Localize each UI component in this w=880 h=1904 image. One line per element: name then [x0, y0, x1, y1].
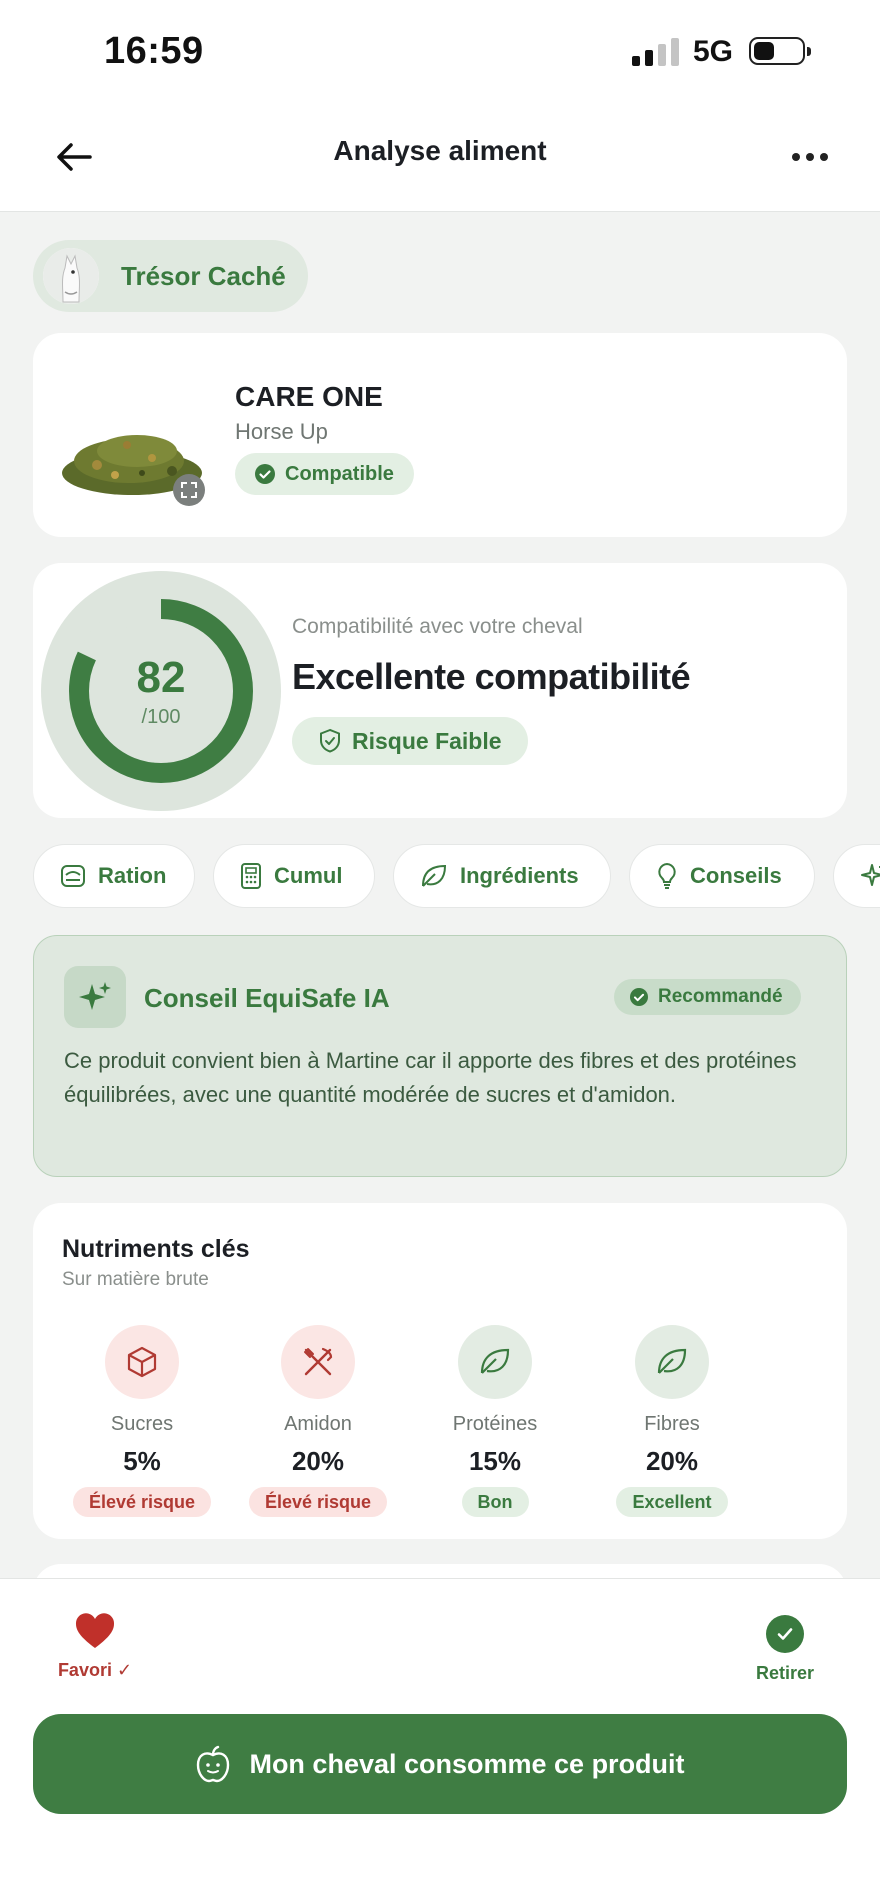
nutrients-subtitle: Sur matière brute: [62, 1269, 209, 1290]
nutrient-item-fibres: Fibres 20% Excellent: [597, 1325, 747, 1517]
lightbulb-icon: [658, 862, 676, 889]
score-verdict: Excellente compatibilité: [292, 656, 691, 697]
check-circle-icon: [766, 1615, 804, 1653]
remove-label: Retirer: [755, 1663, 815, 1683]
nutrient-risk-badge: Élevé risque: [248, 1487, 388, 1517]
product-name: CARE ONE: [235, 381, 383, 412]
section-tabs: Ration Cumul Ingrédients Conseils: [33, 844, 880, 908]
battery-icon: [749, 37, 811, 65]
nutrient-label: Protéines: [452, 1413, 538, 1435]
nutrient-label: Amidon: [284, 1413, 352, 1435]
consume-product-button[interactable]: Mon cheval consomme ce produit: [33, 1714, 847, 1814]
expand-icon[interactable]: [173, 474, 205, 506]
nutrient-value: 5%: [123, 1446, 161, 1476]
product-card: CARE ONE Horse Up Compatible: [33, 333, 847, 537]
nav-header: Analyse aliment: [0, 105, 880, 212]
favorite-button[interactable]: Favori ✓: [45, 1613, 145, 1681]
consume-button-label: Mon cheval consomme ce produit: [249, 1748, 685, 1779]
nutrient-value: 20%: [291, 1446, 345, 1476]
heart-icon: [75, 1613, 115, 1648]
utensils-icon: [281, 1325, 355, 1399]
nutrient-risk-badge: Bon: [461, 1487, 529, 1517]
shield-check-icon: [320, 728, 340, 753]
leaf-icon: [458, 1325, 532, 1399]
more-options-button[interactable]: [784, 135, 836, 179]
signal-icon: [632, 36, 679, 66]
recommended-label: Recommandé: [658, 986, 783, 1007]
leaf-icon: [422, 864, 447, 887]
tab-label: Conseils: [690, 863, 782, 888]
nutrient-item-amidon: Amidon 20% Élevé risque: [243, 1325, 393, 1517]
bottom-action-bar: Favori ✓ Retirer Mon cheval consomme ce …: [0, 1578, 880, 1904]
tab-label: Ration: [98, 863, 167, 888]
ai-advice-title: Conseil EquiSafe IA: [144, 983, 390, 1013]
ai-advice-text: Ce produit convient bien à Martine car i…: [64, 1048, 797, 1107]
cube-icon: [105, 1325, 179, 1399]
page-title: Analyse aliment: [333, 135, 547, 166]
tab-conseils[interactable]: Conseils: [629, 844, 815, 908]
tab-label: Cumul: [274, 863, 343, 888]
bowl-icon: [61, 865, 85, 887]
score-caption: Compatibilité avec votre cheval: [292, 615, 583, 638]
apple-icon: [197, 1745, 230, 1783]
status-time: 16:59: [104, 30, 204, 72]
nutrients-card: Nutriments clés Sur matière brute Sucres…: [33, 1203, 847, 1539]
nutrient-value: 15%: [468, 1446, 522, 1476]
ai-advice-card: Conseil EquiSafe IA Recommandé Ce produi…: [33, 935, 847, 1177]
compatible-label: Compatible: [285, 462, 394, 485]
check-circle-icon: [630, 988, 648, 1006]
horse-selector[interactable]: Trésor Caché: [33, 240, 308, 312]
risk-label: Risque Faible: [352, 727, 502, 754]
horse-avatar: [43, 248, 99, 304]
check-circle-icon: [255, 464, 275, 484]
nutrient-item-proteines: Protéines 15% Bon: [420, 1325, 570, 1517]
score-max: /100: [141, 706, 181, 728]
calculator-icon: [241, 863, 261, 889]
nutrient-label: Sucres: [110, 1413, 174, 1435]
sparkle-icon: [861, 864, 880, 886]
product-brand: Horse Up: [235, 419, 328, 444]
tab-cumul[interactable]: Cumul: [213, 844, 375, 908]
favorite-label: Favori ✓: [57, 1660, 133, 1680]
nutrient-label: Fibres: [644, 1413, 700, 1435]
sparkles-icon: [64, 966, 126, 1028]
tab-label: Ingrédients: [460, 863, 579, 888]
compatibility-score-card: 82 /100 Compatibilité avec votre cheval …: [33, 563, 847, 818]
leaf-icon: [635, 1325, 709, 1399]
status-bar: 16:59 5G: [0, 0, 880, 105]
tab-ingredients[interactable]: Ingrédients: [393, 844, 611, 908]
horse-name: Trésor Caché: [121, 260, 286, 291]
compatible-badge: Compatible: [235, 453, 414, 495]
network-label: 5G: [693, 35, 734, 68]
nutrient-risk-badge: Élevé risque: [72, 1487, 212, 1517]
nutrient-risk-badge: Excellent: [616, 1487, 728, 1517]
tab-ration[interactable]: Ration: [33, 844, 195, 908]
remove-button[interactable]: Retirer: [740, 1615, 830, 1684]
recommended-badge: Recommandé: [614, 979, 801, 1015]
risk-badge: Risque Faible: [292, 717, 528, 765]
score-value: 82: [136, 653, 186, 702]
nutrient-value: 20%: [645, 1446, 699, 1476]
tab-ai[interactable]: [833, 844, 880, 908]
nutrients-title: Nutriments clés: [62, 1235, 250, 1263]
nutrient-item-sucres: Sucres 5% Élevé risque: [67, 1325, 217, 1517]
